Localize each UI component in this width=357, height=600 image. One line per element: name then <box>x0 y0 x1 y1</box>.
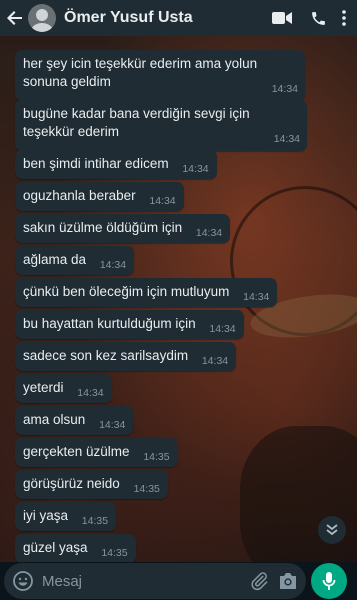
message-bubble[interactable]: gerçekten üzülme 14:35 <box>15 438 178 467</box>
message-text: sakın üzülme öldüğüm için <box>23 220 183 235</box>
message-time: 14:34 <box>195 227 223 239</box>
message-text: sadece son kez sarilsaydim <box>23 348 189 363</box>
message-text: yeterdi <box>23 380 64 395</box>
message-time: 14:34 <box>201 355 229 367</box>
video-call-icon[interactable] <box>271 7 293 29</box>
message-text: gerçekten üzülme <box>23 444 130 459</box>
scroll-to-bottom-button[interactable] <box>318 516 346 544</box>
message-text: iyi yaşa <box>23 508 69 523</box>
avatar[interactable] <box>28 4 56 32</box>
more-options-icon[interactable] <box>339 7 349 29</box>
message-time: 14:34 <box>99 419 126 431</box>
attachment-icon[interactable] <box>249 570 270 592</box>
message-bubble[interactable]: ağlama da 14:34 <box>15 246 135 275</box>
message-text: bu hayattan kurtulduğum için <box>23 316 196 331</box>
message-bubble[interactable]: oguzhanla beraber 14:34 <box>15 182 184 211</box>
message-input[interactable] <box>42 572 241 590</box>
emoji-icon[interactable] <box>12 570 34 592</box>
camera-icon[interactable] <box>278 570 299 592</box>
voice-message-button[interactable] <box>311 563 347 599</box>
message-time: 14:34 <box>149 195 176 207</box>
message-text: oguzhanla beraber <box>23 188 136 203</box>
message-bubble[interactable]: bu hayattan kurtulduğum için 14:34 <box>15 310 244 339</box>
message-time: 14:34 <box>99 259 127 271</box>
message-time: 14:35 <box>101 547 128 559</box>
message-bubble[interactable]: ama olsun 14:34 <box>15 406 134 435</box>
message-text: bugüne kadar bana verdiğin sevgi için te… <box>23 106 250 139</box>
message-input-box <box>4 563 306 599</box>
message-text: ben şimdi intihar edicem <box>23 156 169 171</box>
message-bubble[interactable]: görüşürüz neido 14:35 <box>15 470 168 499</box>
message-bubble[interactable]: bugüne kadar bana verdiğin sevgi için te… <box>15 100 307 151</box>
message-bubble[interactable]: ben şimdi intihar edicem 14:34 <box>15 150 217 179</box>
message-bubble[interactable]: yeterdi 14:34 <box>15 374 112 403</box>
message-bubble[interactable]: sakın üzülme öldüğüm için 14:34 <box>15 214 231 243</box>
message-text: ama olsun <box>23 412 86 427</box>
message-bubble[interactable]: iyi yaşa 14:35 <box>15 502 117 531</box>
chat-header: Ömer Yusuf Usta <box>0 0 357 36</box>
input-bar <box>0 562 357 600</box>
message-bubble[interactable]: güzel yaşa 14:35 <box>15 534 136 562</box>
message-time: 14:34 <box>77 387 104 399</box>
message-time: 14:34 <box>271 83 298 95</box>
microphone-icon <box>322 572 336 590</box>
message-text: ağlama da <box>23 252 87 267</box>
message-time: 14:35 <box>143 451 170 463</box>
message-text: güzel yaşa <box>23 540 88 555</box>
message-time: 14:34 <box>209 323 236 335</box>
chat-area[interactable]: her şey icin teşekkür ederim ama yolun s… <box>0 36 357 562</box>
message-time: 14:35 <box>133 483 160 495</box>
message-time: 14:34 <box>273 133 300 145</box>
phone-icon[interactable] <box>307 7 329 29</box>
message-bubble[interactable]: her şey icin teşekkür ederim ama yolun s… <box>15 50 305 101</box>
double-chevron-down-icon <box>326 524 338 536</box>
message-time: 14:35 <box>81 515 109 527</box>
back-arrow-icon[interactable] <box>6 9 24 27</box>
contact-name[interactable]: Ömer Yusuf Usta <box>64 9 257 27</box>
message-bubble[interactable]: çünkü ben öleceğim için mutluyum 14:34 <box>15 278 278 307</box>
message-time: 14:34 <box>182 163 209 175</box>
message-text: her şey icin teşekkür ederim ama yolun s… <box>23 56 258 89</box>
message-text: çünkü ben öleceğim için mutluyum <box>23 284 230 299</box>
message-text: görüşürüz neido <box>23 476 120 491</box>
message-bubble[interactable]: sadece son kez sarilsaydim 14:34 <box>15 342 237 371</box>
message-time: 14:34 <box>243 291 270 303</box>
